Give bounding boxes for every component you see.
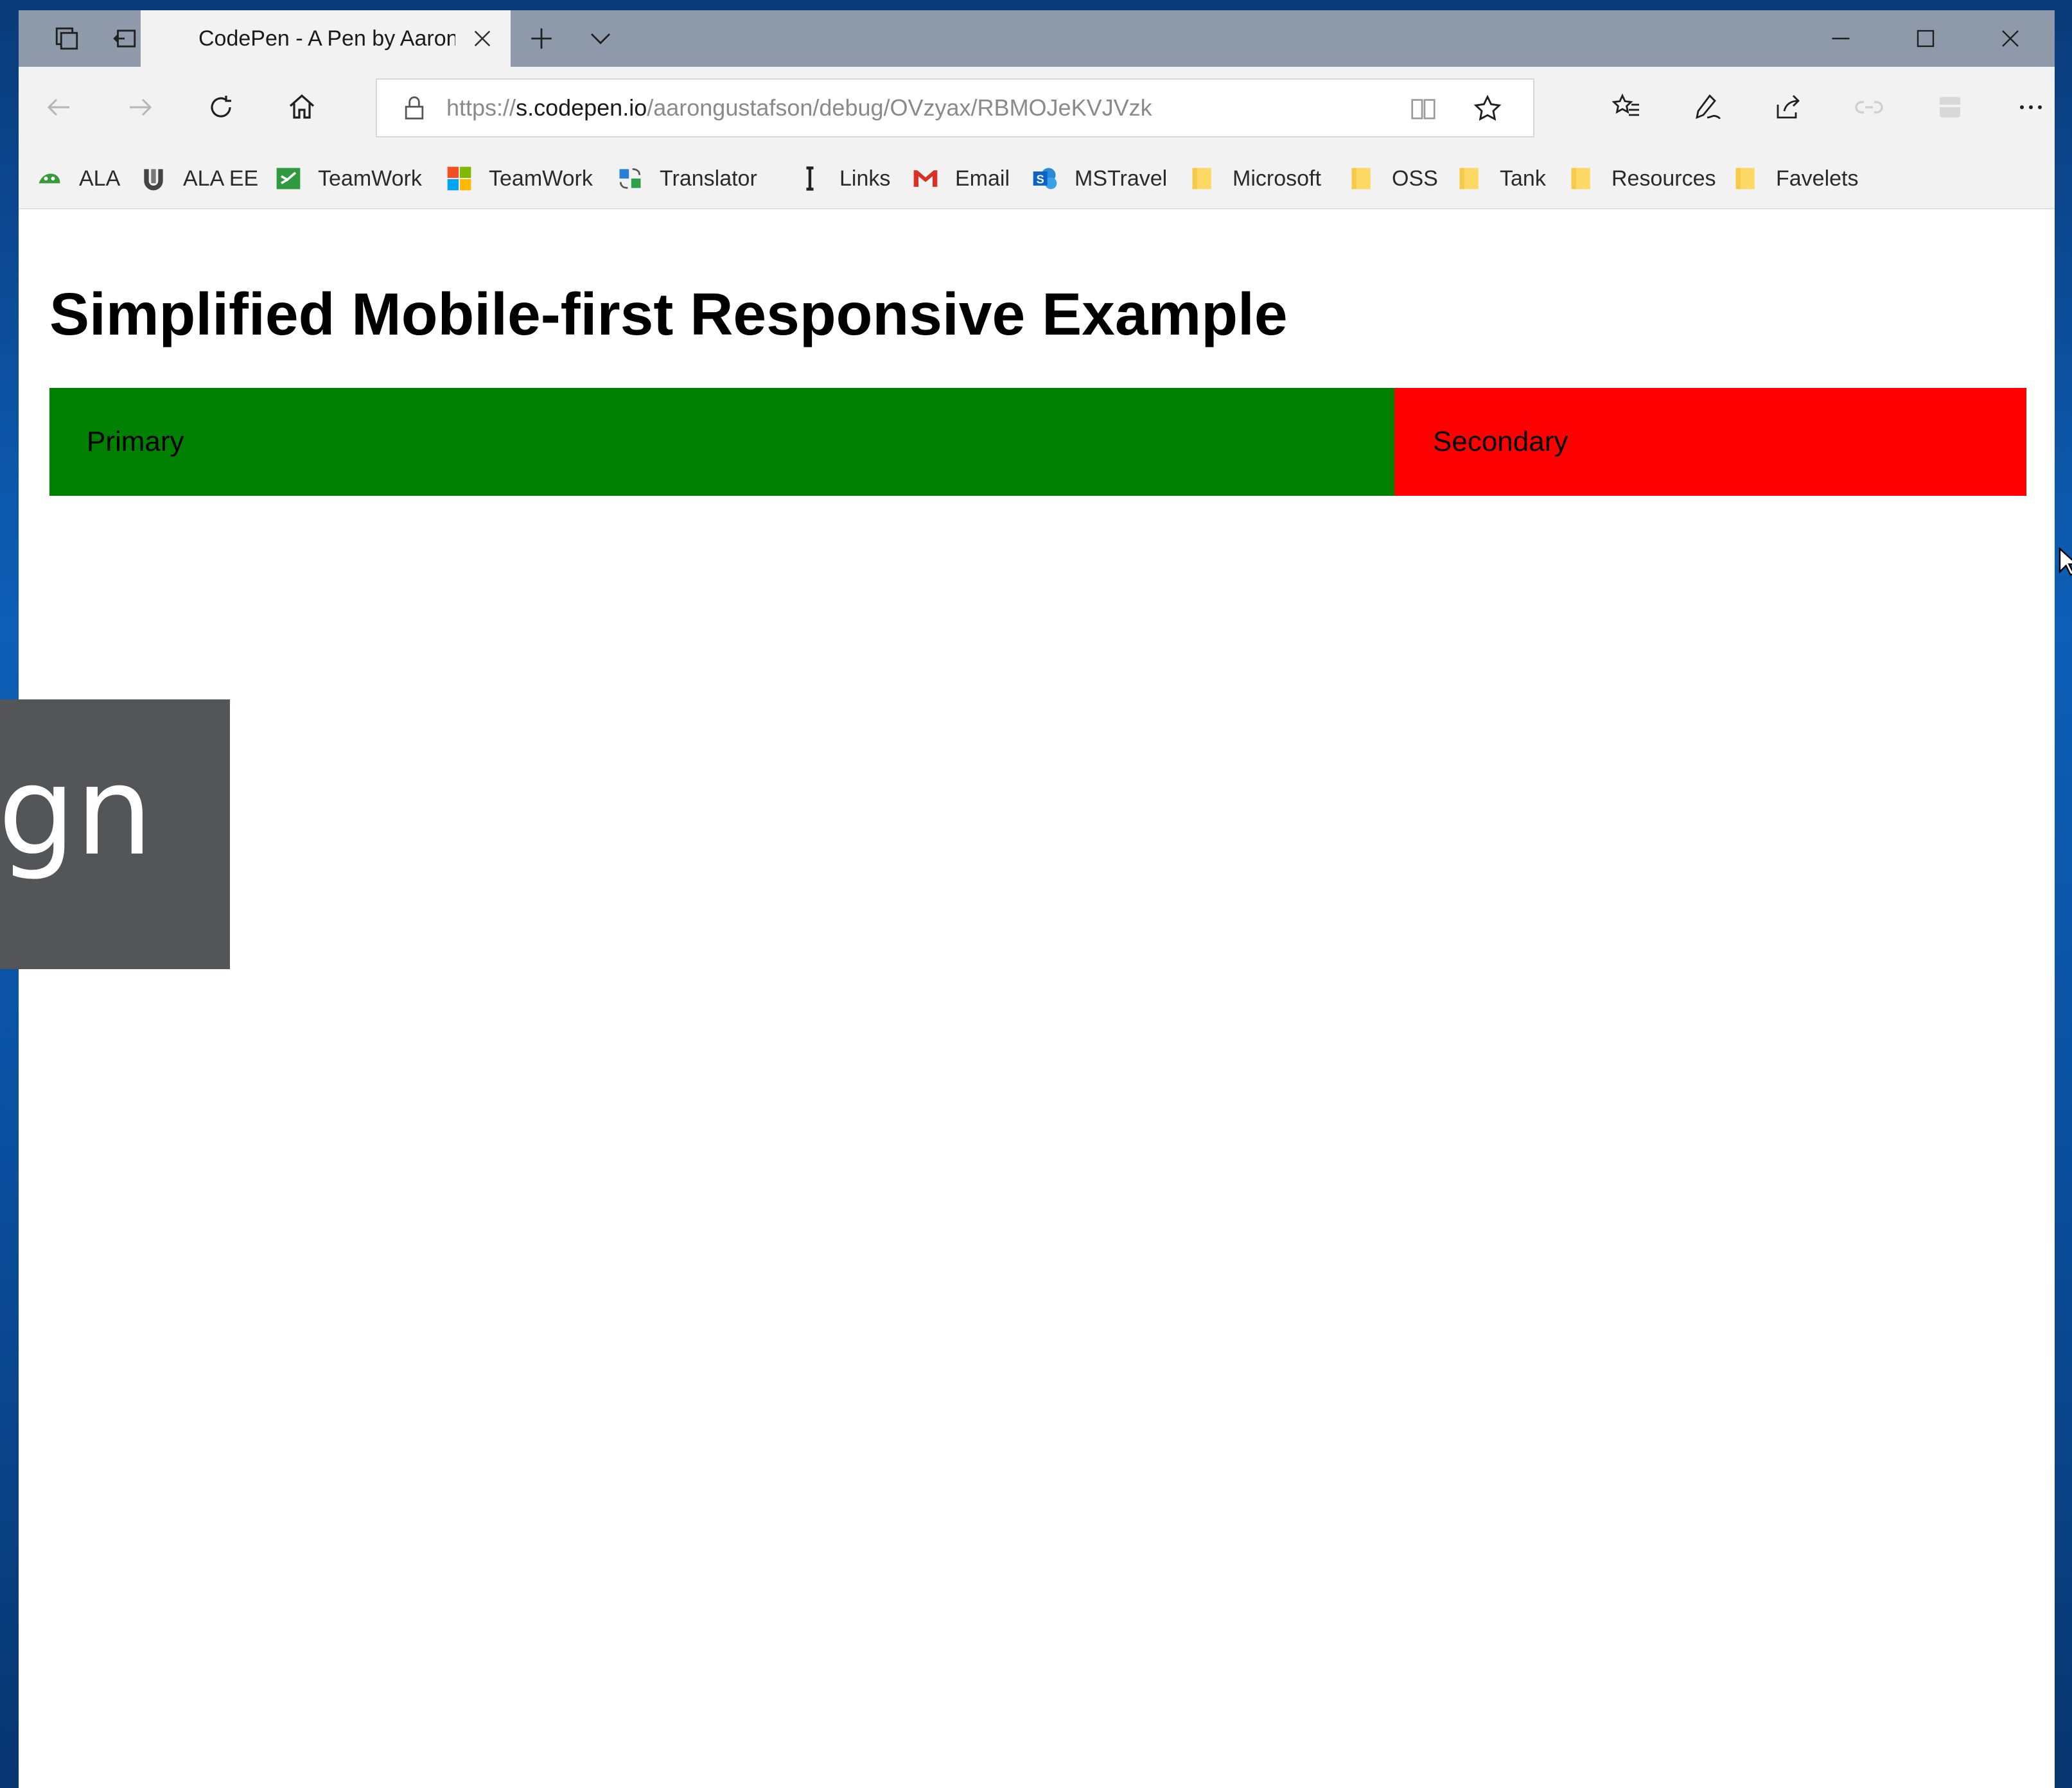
caption-overlay: ign: [0, 699, 230, 969]
favorite-translator[interactable]: Translator: [616, 161, 757, 197]
teamwork-green-icon: [276, 168, 301, 189]
favorite-label: Microsoft: [1233, 166, 1321, 191]
primary-column: Primary: [49, 388, 1394, 496]
favorites-hub-icon[interactable]: [1605, 86, 1647, 128]
web-note-pen-icon[interactable]: [1686, 86, 1728, 128]
folder-icon: [1735, 168, 1755, 189]
secondary-column: Secondary: [1394, 388, 2026, 496]
lock-icon: [405, 96, 424, 119]
favorite-label: Links: [839, 166, 891, 191]
layout-row: Primary Secondary: [49, 388, 2026, 496]
favorite-label: Email: [955, 166, 1010, 191]
reading-view-icon[interactable]: [1407, 92, 1439, 125]
favorite-label: TeamWork: [489, 166, 593, 191]
tab-close-icon[interactable]: [468, 24, 496, 53]
forward-icon[interactable]: [119, 86, 161, 128]
svg-text:S: S: [1037, 172, 1044, 186]
favorite-folder-resources[interactable]: Resources: [1568, 161, 1716, 197]
favorite-star-icon[interactable]: [1471, 92, 1504, 125]
minimize-icon[interactable]: [1799, 10, 1883, 67]
favorite-label: MSTravel: [1075, 166, 1168, 191]
secondary-label: Secondary: [1433, 426, 1568, 457]
favorites-bar: ALA ALA EE TeamWork TeamWork Translator …: [19, 146, 2055, 209]
caption-text: ign: [0, 741, 153, 882]
extension-link-icon[interactable]: [1848, 86, 1890, 128]
links-icon: [806, 166, 814, 191]
favorite-label: Favelets: [1776, 166, 1859, 191]
folder-icon: [1192, 168, 1211, 189]
favorite-label: ALA: [79, 166, 121, 191]
refresh-icon[interactable]: [200, 86, 242, 128]
primary-label: Primary: [87, 426, 184, 457]
favorite-label: TeamWork: [318, 166, 422, 191]
ala-icon: [39, 173, 60, 184]
tab-title: CodePen - A Pen by Aaron Gustafson: [198, 26, 455, 51]
favorite-label: Tank: [1500, 166, 1546, 191]
tab-manager-icon[interactable]: [38, 10, 96, 67]
close-window-icon[interactable]: [1969, 10, 2052, 67]
gmail-icon: [913, 170, 938, 187]
favorite-folder-tank[interactable]: Tank: [1456, 161, 1546, 197]
favorite-label: Translator: [660, 166, 757, 191]
favorite-label: ALA EE: [183, 166, 259, 191]
url-protocol: https://: [446, 94, 516, 121]
new-tab-icon[interactable]: [527, 24, 556, 53]
url-path: /aarongustafson/debug/OVzyax/RBMOJeKVJVz…: [647, 94, 1152, 121]
maximize-icon[interactable]: [1884, 10, 1967, 67]
folder-icon: [1459, 168, 1479, 189]
active-tab[interactable]: CodePen - A Pen by Aaron Gustafson: [141, 10, 511, 67]
sharepoint-icon: S: [1033, 168, 1057, 189]
favorite-ala-ee[interactable]: ALA EE: [139, 161, 258, 197]
folder-icon: [1571, 168, 1590, 189]
ala-ee-icon: [144, 169, 163, 191]
favorite-ala[interactable]: ALA: [35, 161, 120, 197]
page-title: Simplified Mobile-first Responsive Examp…: [49, 281, 1288, 347]
favorite-links[interactable]: Links: [796, 161, 890, 197]
favorite-email[interactable]: Email: [911, 161, 1010, 197]
favorite-folder-microsoft[interactable]: Microsoft: [1189, 161, 1321, 197]
microsoft-logo-icon: [447, 166, 471, 191]
browser-window: CodePen - A Pen by Aaron Gustafson: [19, 10, 2055, 1788]
url-host: s.codepen.io: [516, 94, 647, 121]
tab-list-chevron-icon[interactable]: [586, 24, 615, 53]
more-options-icon[interactable]: [2010, 86, 2052, 128]
navigation-bar: https://s.codepen.io/aarongustafson/debu…: [19, 67, 2055, 146]
favorite-teamwork-2[interactable]: TeamWork: [445, 161, 593, 197]
share-icon[interactable]: [1767, 86, 1809, 128]
favorite-folder-oss[interactable]: OSS: [1348, 161, 1438, 197]
folder-icon: [1351, 168, 1371, 189]
page-viewport: Simplified Mobile-first Responsive Examp…: [19, 209, 2055, 1788]
url-text[interactable]: https://s.codepen.io/aarongustafson/debu…: [446, 80, 1152, 136]
favorite-label: Resources: [1611, 166, 1716, 191]
back-icon[interactable]: [38, 86, 80, 128]
translator-icon: [619, 168, 641, 189]
tab-strip: CodePen - A Pen by Aaron Gustafson: [19, 10, 2055, 67]
favorite-folder-favelets[interactable]: Favelets: [1732, 161, 1859, 197]
address-bar[interactable]: https://s.codepen.io/aarongustafson/debu…: [376, 78, 1534, 137]
extension-box-icon[interactable]: [1929, 86, 1971, 128]
favorite-label: OSS: [1392, 166, 1438, 191]
favorite-teamwork-1[interactable]: TeamWork: [274, 161, 422, 197]
home-icon[interactable]: [281, 86, 323, 128]
favorite-mstravel[interactable]: S MSTravel: [1031, 161, 1167, 197]
mouse-cursor-icon: [2059, 547, 2072, 576]
